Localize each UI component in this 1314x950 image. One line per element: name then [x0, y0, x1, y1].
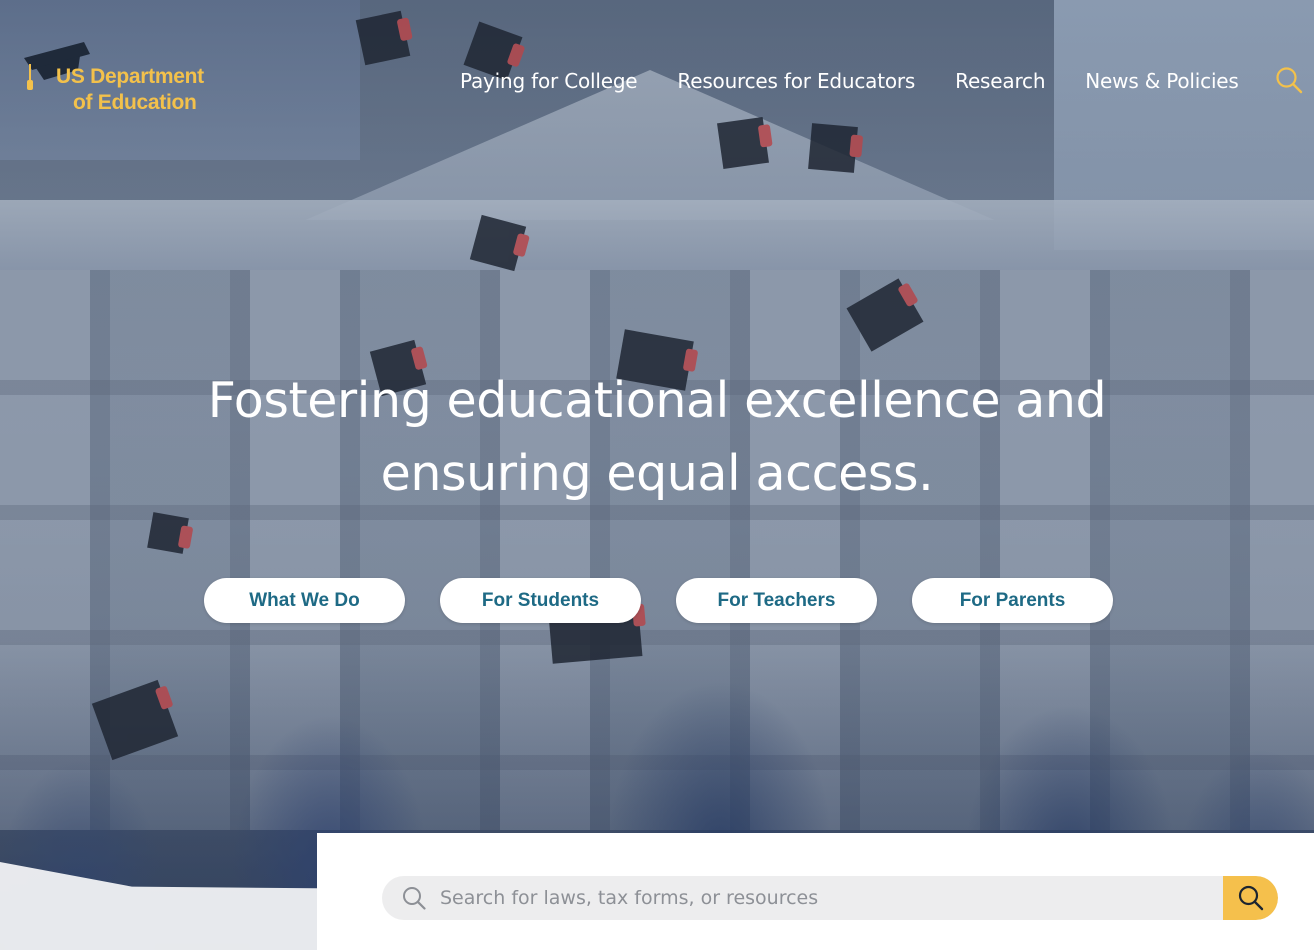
- nav-item-resources-for-educators[interactable]: Resources for Educators: [677, 66, 915, 96]
- search-input[interactable]: [440, 876, 1220, 920]
- site-search-panel: [317, 833, 1314, 950]
- header-search-button[interactable]: [1275, 66, 1303, 94]
- for-students-button[interactable]: For Students: [440, 578, 641, 623]
- search-icon: [1276, 67, 1303, 94]
- site-logo[interactable]: US Department of Education: [22, 40, 242, 120]
- site-logo-text: US Department of Education: [56, 64, 204, 116]
- site-header: US Department of Education Paying for Co…: [0, 0, 1314, 150]
- main-navigation: Paying for College Resources for Educato…: [460, 66, 1239, 96]
- nav-item-news-policies[interactable]: News & Policies: [1085, 66, 1239, 96]
- page: US Department of Education Paying for Co…: [0, 0, 1314, 950]
- flying-cap-image: [147, 512, 189, 554]
- brand-line-2: of Education: [73, 91, 197, 114]
- hero-headline-line-2: ensuring equal access.: [380, 445, 934, 502]
- nav-item-research[interactable]: Research: [955, 66, 1045, 96]
- nav-item-paying-for-college[interactable]: Paying for College: [460, 66, 638, 96]
- what-we-do-button[interactable]: What We Do: [204, 578, 405, 623]
- hero-headline-line-1: Fostering educational excellence and: [207, 372, 1107, 429]
- search-submit-button[interactable]: [1223, 876, 1278, 920]
- hero-headline: Fostering educational excellence and ens…: [157, 364, 1157, 510]
- audience-button-group: What We Do For Students For Teachers For…: [204, 578, 1113, 623]
- for-parents-button[interactable]: For Parents: [912, 578, 1113, 623]
- for-teachers-button[interactable]: For Teachers: [676, 578, 877, 623]
- search-icon: [403, 887, 426, 910]
- search-bar: [382, 876, 1278, 920]
- brand-line-1: US Department: [56, 65, 204, 88]
- search-icon: [1238, 885, 1263, 911]
